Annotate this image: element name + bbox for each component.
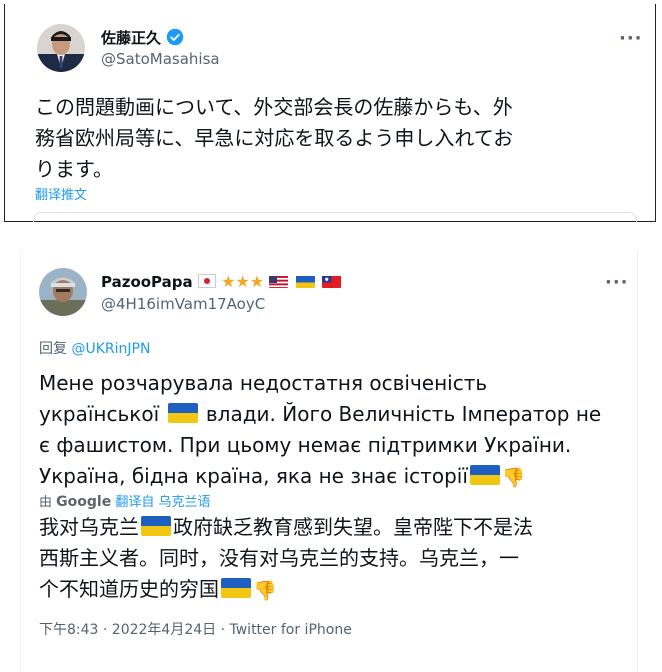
translate-tweet-link[interactable]: 翻译推文 <box>35 184 87 203</box>
reply-context: 回复 @UKRinJPN <box>39 338 150 358</box>
tweet-line: Мене розчарувала недостатня освіченість <box>39 371 488 395</box>
tweet-card-pazoopapa: PazooPapa ★★★ @4H16imVam17AoyC ··· 回复 @U… <box>20 250 638 672</box>
tweet-timestamp[interactable]: 下午8:43 · 2022年4月24日 · Twitter for iPhone <box>39 619 352 639</box>
tweet-line: ります。 <box>35 157 113 181</box>
pazoopapa-handle[interactable]: @4H16imVam17AoyC <box>101 295 265 313</box>
star-icon: ★ <box>249 272 265 291</box>
ukraine-flag-emoji <box>221 578 251 598</box>
tweet-line: є фашистом. При цьому немає підтримки Ук… <box>39 433 572 457</box>
translation-by: 由 <box>39 495 53 510</box>
verified-badge-icon <box>166 28 184 50</box>
ukraine-flag-emoji <box>167 403 198 423</box>
tweet-line: この問題動画について、外交部会長の佐藤からも、外 <box>35 95 513 119</box>
thumbs-down-icon: 👎 <box>501 467 526 489</box>
tweet-line: 我对乌克兰 政府缺乏教育感到失望。皇帝陛下不是法 <box>39 512 629 543</box>
tweet-line: 西斯主义者。同时，没有对乌克兰的支持。乌克兰，一 <box>39 546 519 570</box>
taiwan-flag-icon <box>321 275 341 288</box>
pazoopapa-avatar[interactable] <box>39 268 87 316</box>
tweet-fragment: 个不知道历史的穷国 <box>39 577 219 601</box>
tweet-line: 務省欧州局等に、早急に対応を取るよう申し入れてお <box>35 126 514 150</box>
tweet-card-sato: 佐藤正久 @SatoMasahisa ··· この問題動画について、外交部会長の… <box>4 4 656 222</box>
tweet-fragment: 政府缺乏教育感到失望。皇帝陛下不是法 <box>173 515 533 539</box>
translation-attribution: 由 Google 翻译自 乌克兰语 <box>39 491 210 510</box>
translated-from-link[interactable]: 翻译自 乌克兰语 <box>115 495 210 510</box>
tweet-fragment: української <box>39 402 160 426</box>
usa-flag-icon <box>269 275 289 288</box>
tweet-text-ukrainian: Мене розчарувала недостатня освіченість … <box>39 368 629 494</box>
tweet-line: української влади. Його Величність Імпер… <box>39 399 629 430</box>
ukraine-flag-emoji <box>469 465 500 485</box>
tweet-line: Україна, бідна країна, яка не знає істор… <box>39 461 629 494</box>
ukraine-flag-icon <box>295 275 315 288</box>
tweet-text: この問題動画について、外交部会長の佐藤からも、外 務省欧州局等に、早急に対応を取… <box>35 92 645 185</box>
tweet-fragment: 我对乌克兰 <box>39 515 139 539</box>
reply-prefix: 回复 <box>39 341 67 357</box>
tweet-fragment: влади. Його Величність Імператор не <box>205 402 602 426</box>
google-logo: Google <box>56 494 112 510</box>
quoted-card-edge <box>33 212 637 222</box>
tweet-fragment: Україна, бідна країна, яка не знає істор… <box>39 464 468 488</box>
ukraine-flag-emoji <box>141 516 171 536</box>
sato-handle[interactable]: @SatoMasahisa <box>101 50 220 68</box>
star-icon: ★ <box>221 272 236 291</box>
star-icon: ★ <box>235 272 250 291</box>
tweet-line: 个不知道历史的穷国 👎 <box>39 574 629 607</box>
thumbs-down-icon: 👎 <box>253 580 277 602</box>
more-options-icon[interactable]: ··· <box>619 28 643 49</box>
more-options-icon[interactable]: ··· <box>605 272 629 293</box>
tweet-text-chinese: 我对乌克兰 政府缺乏教育感到失望。皇帝陛下不是法 西斯主义者。同时，没有对乌克兰的… <box>39 512 629 607</box>
reply-to-link[interactable]: @UKRinJPN <box>71 341 150 357</box>
sato-display-name[interactable]: 佐藤正久 <box>101 27 184 50</box>
sato-avatar[interactable] <box>37 24 85 72</box>
japan-flag-icon <box>197 274 216 288</box>
pazoopapa-display-name[interactable]: PazooPapa ★★★ <box>101 272 343 291</box>
